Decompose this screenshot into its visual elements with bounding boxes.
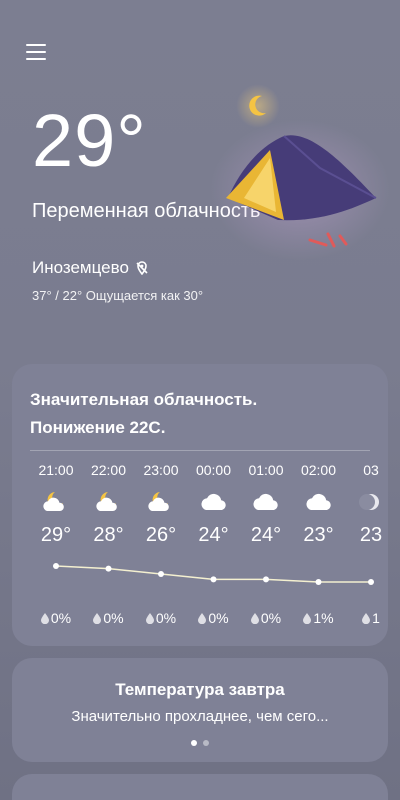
hourly-forecast-card[interactable]: Значительная облачность. Понижение 22C. … [12,364,388,646]
cloud-icon [293,484,345,520]
moon-icon [345,484,388,520]
precip-value: 0% [103,610,124,626]
hour-precip: 0% [83,610,135,626]
summary-line-2: Понижение 22C. [30,418,166,437]
menu-line [26,44,46,46]
tomorrow-text: Значительно прохладнее, чем сего... [71,708,329,725]
pager-dots [12,740,388,746]
cloud-icon [240,484,292,520]
hour-time: 03 [363,462,379,478]
temperature-line-chart [53,563,374,585]
hour-temp: 24° [198,524,229,546]
hour-time: 22:00 [90,462,127,478]
divider [30,450,370,451]
hour-item: 21:00 29° 0% [30,460,82,626]
hour-time: 23:00 [143,462,179,478]
temperature-point [263,576,269,583]
precip-value: 0% [155,610,177,626]
precip-value: 0% [50,610,72,626]
hour-time: 21:00 [38,462,74,478]
moon-cloud-icon [83,484,135,520]
hourly-summary: Значительная облачность. Понижение 22C. [30,386,257,442]
hour-temp: 23° [303,524,334,546]
cloud-icon [188,484,240,520]
temperature-point [368,579,374,585]
hour-precip: 0% [135,610,187,626]
hour-temp: 29° [40,524,72,546]
menu-line [26,51,46,53]
summary-line-1: Значительная облачность. [30,390,258,409]
hour-temp: 24° [250,524,282,546]
temperature-point [158,571,164,577]
hour-temp: 28° [93,524,124,546]
hour-time: 00:00 [195,462,232,478]
location-off-icon [136,261,148,275]
hour-item: 01:00 24° 0% [240,460,292,626]
moon-glow [236,84,280,128]
hour-time: 02:00 [300,462,337,478]
hour-item: 23:00 26° 0% [135,460,187,626]
raindrop-icon [362,612,371,624]
raindrop-icon [93,612,102,624]
precip-value: 1 [372,610,380,626]
precip-value: 0% [208,610,229,626]
precip-value: 1% [313,610,334,626]
hour-precip: 1% [293,610,345,626]
hour-temp: 23 [359,524,383,546]
precip-value: 0% [260,610,282,626]
hour-precip: 0% [240,610,292,626]
current-temperature: 29° [32,99,147,182]
menu-button[interactable] [26,44,46,62]
location-name: Иноземцево [32,258,129,277]
temperature-point [210,576,217,583]
menu-line [26,58,46,60]
minmax-feels-like: 37° / 22° Ощущается как 30° [32,288,204,303]
raindrop-icon [40,612,49,624]
temperature-point [53,563,59,569]
hour-precip: 0% [188,610,240,626]
moon-cloud-icon [30,484,82,520]
hour-item: 22:00 28° 0% [83,460,135,626]
hour-precip: 0% [30,610,82,626]
raindrop-icon [198,612,207,624]
moon-cloud-icon [135,484,187,520]
hour-item: 02:00 23° 1% [293,460,345,626]
pager-dot [203,740,209,746]
tomorrow-title: Температура завтра [115,680,285,699]
raindrop-icon [145,612,154,624]
hourly-scroll[interactable]: 21:00 29° 0% 22:00 28° 0% 23:00 26° 0% 00:00 24° 0%… [12,460,388,640]
next-card[interactable] [12,774,388,800]
tent-night-illustration [210,84,390,260]
hour-item: 00:00 24° 0% [188,460,240,626]
tomorrow-card[interactable]: Температура завтра Значительно прохладне… [12,658,388,762]
location[interactable]: Иноземцево [32,258,149,278]
hour-time: 01:00 [248,462,284,478]
hour-precip: 1 [345,610,388,626]
raindrop-icon [303,612,312,624]
temperature-point [315,579,322,585]
temperature-point [105,565,112,572]
pager-dot-active [191,740,197,746]
raindrop-icon [250,612,259,624]
hour-item: 03 23 1 [345,460,388,626]
hour-temp: 26° [145,524,177,546]
